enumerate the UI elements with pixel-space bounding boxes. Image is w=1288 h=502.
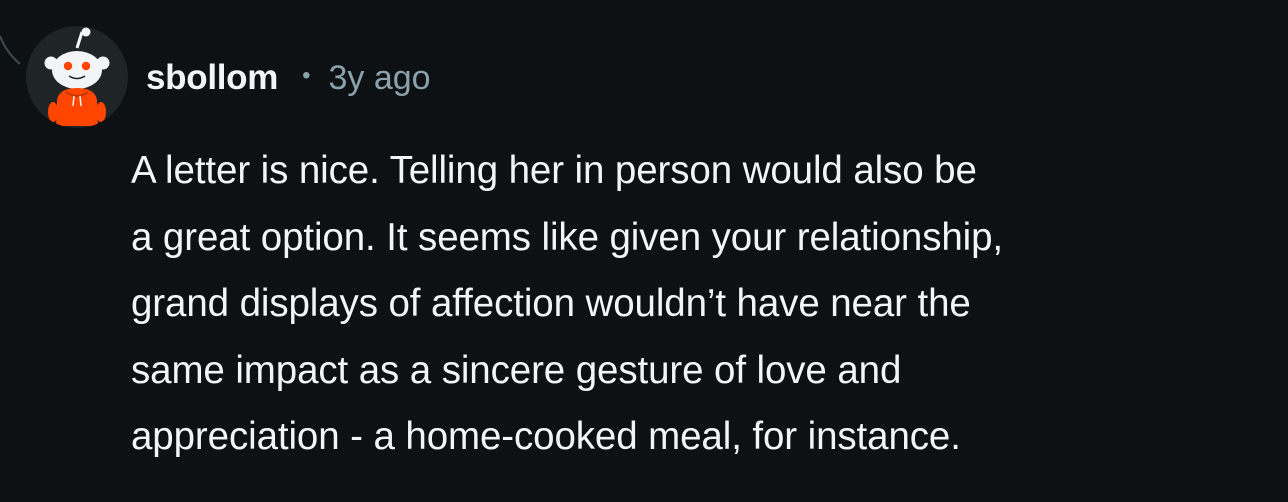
timestamp-link[interactable]: 3y ago [328,59,430,98]
comment-line: appreciation - a home-cooked meal, for i… [131,415,961,458]
comment-line: a great option. It seems like given your… [131,215,1004,259]
username-link[interactable]: sbollom [146,58,278,98]
comment-line: grand displays of affection wouldn’t hav… [131,282,971,325]
snoo-avatar-icon [44,27,110,126]
comment-meta: sbollom • 3y ago [146,50,431,106]
user-avatar[interactable] [26,26,128,128]
comment-line: A letter is nice. Telling her in person … [131,149,977,192]
meta-separator: • [302,62,311,89]
comment-body: A letter is nice. Telling her in person … [131,138,1261,471]
comment: sbollom • 3y ago A letter is nice. Telli… [0,0,1288,502]
comment-line: same impact as a sincere gesture of love… [131,348,902,392]
